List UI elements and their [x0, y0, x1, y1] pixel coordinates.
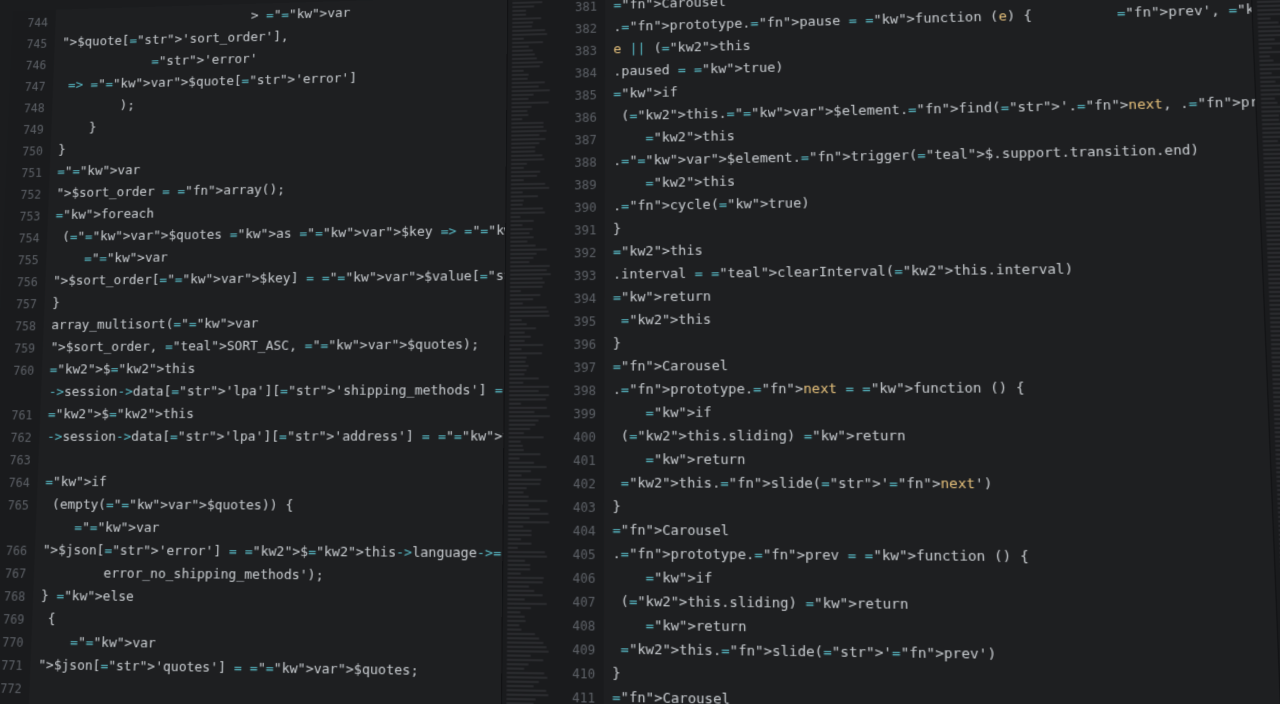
editor-pane-left: 7447457467477487497507517527537547557567…: [0, 0, 559, 704]
code-area-left[interactable]: > ="="kw">var">$quote[="str">'sort_order…: [28, 0, 507, 704]
line-number-gutter-right: 3813823833843853863873883893903913923933…: [555, 0, 606, 704]
minimap-left[interactable]: [501, 0, 559, 704]
editor-pane-right: 3813823833843853863873883893903913923933…: [555, 0, 1280, 704]
editor-stage: 7447457467477487497507517527537547557567…: [0, 0, 1280, 704]
editor-split: 7447457467477487497507517527537547557567…: [0, 0, 1280, 704]
code-area-right[interactable]: ="fn">Carousel.="fn">prototype.="fn">pau…: [604, 0, 1280, 704]
